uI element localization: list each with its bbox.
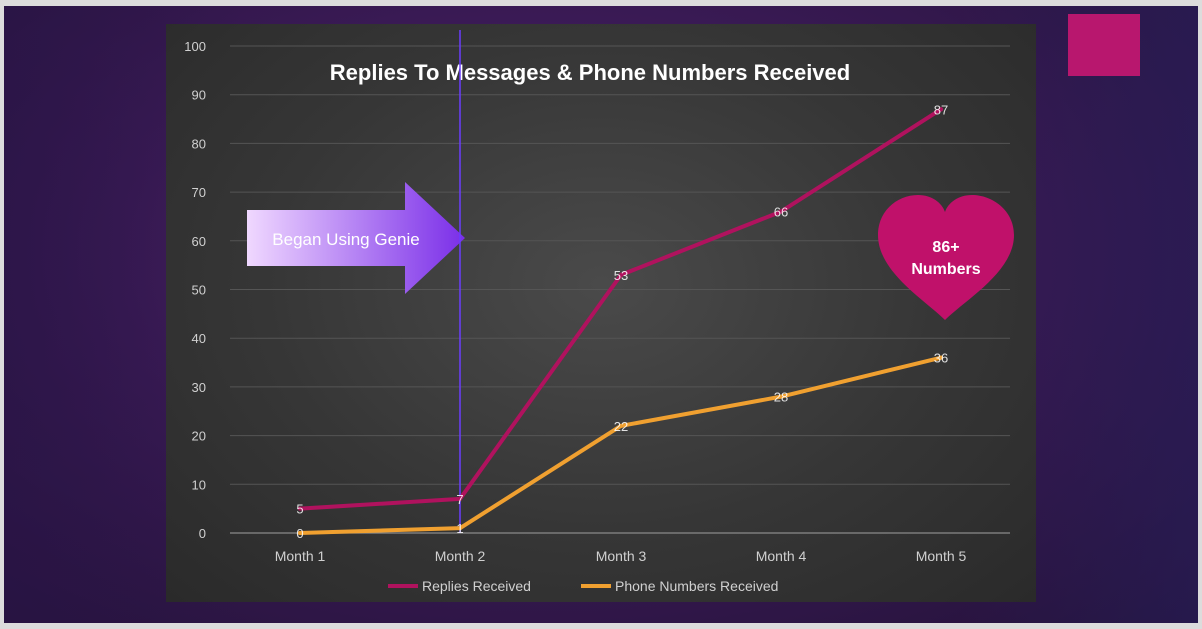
series-line-1 xyxy=(298,107,943,511)
legend: Replies Received Phone Numbers Received xyxy=(388,578,778,594)
callout-arrow-label: Began Using Genie xyxy=(272,230,419,249)
heart-icon xyxy=(878,195,1014,320)
y-tick-label-60: 60 xyxy=(192,234,206,249)
x-axis: Month 1 Month 2 Month 3 Month 4 Month 5 xyxy=(230,532,1010,564)
x-tick-label-5: Month 5 xyxy=(916,548,967,564)
y-axis: 0 10 20 30 40 50 60 70 80 90 100 xyxy=(184,39,206,541)
data-label-s2-5: 36 xyxy=(934,351,948,366)
line-chart: 0102030405060708090100 Month 1 Month 2 Mon… xyxy=(184,30,1014,594)
series-line-2 xyxy=(298,355,943,535)
y-tick-label-40: 40 xyxy=(192,331,206,346)
series-layer xyxy=(298,107,943,535)
x-tick-label-3: Month 3 xyxy=(596,548,647,564)
data-label-s1-2: 7 xyxy=(456,492,463,507)
y-tick-label-0: 0 xyxy=(199,526,206,541)
y-tick-label-80: 80 xyxy=(192,136,206,151)
chart-title: Replies To Messages & Phone Numbers Rece… xyxy=(330,60,850,85)
x-tick-label-1: Month 1 xyxy=(275,548,326,564)
data-label-s1-4: 66 xyxy=(774,205,788,220)
y-tick-label-90: 90 xyxy=(192,88,206,103)
y-tick-label-50: 50 xyxy=(192,283,206,298)
y-tick-label-100: 100 xyxy=(184,39,206,54)
began-using-genie-callout: Began Using Genie xyxy=(247,182,465,294)
legend-label-1: Replies Received xyxy=(422,578,531,594)
heart-label-line1: 86+ xyxy=(932,239,959,256)
x-tick-label-2: Month 2 xyxy=(435,548,486,564)
heart-annotation: 86+ Numbers xyxy=(878,195,1014,320)
data-label-s1-1: 5 xyxy=(296,502,303,517)
y-tick-label-30: 30 xyxy=(192,380,206,395)
data-label-s2-4: 28 xyxy=(774,390,788,405)
data-label-s2-3: 22 xyxy=(614,419,628,434)
screenshot-frame: 0 10 20 30 40 50 60 70 80 90 100 Month 1 Month 2 Mon… xyxy=(0,0,1202,629)
data-label-s2-2: 1 xyxy=(456,521,463,536)
data-label-s1-5: 87 xyxy=(934,102,948,117)
y-tick-label-10: 10 xyxy=(192,477,206,492)
data-label-s2-1: 0 xyxy=(296,526,303,541)
heart-label-line2: Numbers xyxy=(911,261,980,278)
data-label-s1-3: 53 xyxy=(614,268,628,283)
y-tick-label-20: 20 xyxy=(192,429,206,444)
legend-label-2: Phone Numbers Received xyxy=(615,578,778,594)
x-tick-label-4: Month 4 xyxy=(756,548,807,564)
y-tick-label-70: 70 xyxy=(192,185,206,200)
gridlines xyxy=(230,45,1010,534)
